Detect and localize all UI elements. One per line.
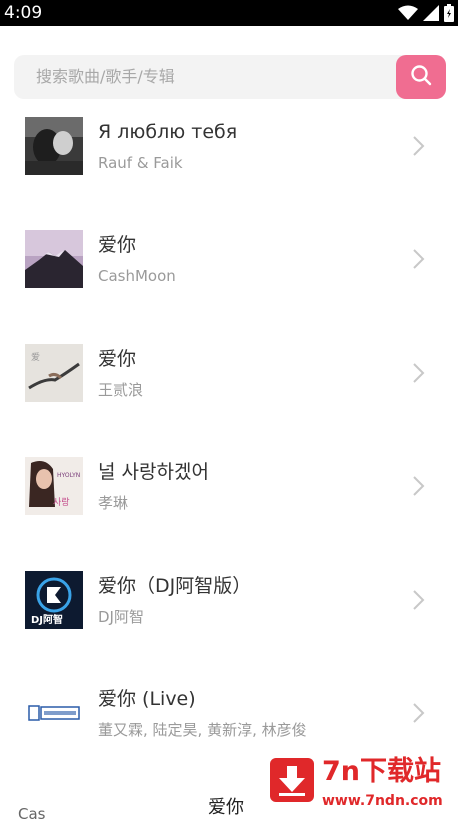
song-artist: 孝琳 [98, 494, 129, 512]
chevron-right-icon [413, 136, 425, 156]
search-input[interactable]: 搜索歌曲/歌手/专辑 [14, 55, 414, 99]
album-cover: 爱 [25, 344, 83, 402]
chevron-right-icon [413, 249, 425, 269]
svg-text:爱: 爱 [31, 352, 40, 363]
signal-icon [423, 5, 439, 21]
download-arrow-icon [270, 758, 314, 802]
partial-song-title: 爱你 [208, 797, 244, 818]
song-item[interactable]: 爱 爱你 王贰浪 [0, 330, 458, 430]
status-icons [398, 3, 454, 23]
song-title: 爱你 (Live) [98, 688, 196, 710]
chevron-right-icon [413, 703, 425, 723]
song-item[interactable]: DJ阿智 爱你（DJ阿智版） DJ阿智 [0, 557, 458, 657]
chevron-right-icon [413, 476, 425, 496]
search-bar: 搜索歌曲/歌手/专辑 [14, 55, 446, 99]
song-item[interactable]: Я люблю тебя Rauf & Faik [0, 103, 458, 203]
search-placeholder: 搜索歌曲/歌手/专辑 [36, 67, 175, 86]
song-title: 爱你 [98, 234, 137, 256]
partial-song-artist: Cas [18, 805, 46, 823]
song-item[interactable]: 爱你 CashMoon [0, 216, 458, 316]
album-cover [25, 117, 83, 175]
svg-text:HYOLYN: HYOLYN [57, 472, 80, 479]
song-artist: 董又霖, 陆定昊, 黄新淳, 林彦俊 [98, 721, 307, 739]
song-title: 爱你（DJ阿智版） [98, 575, 252, 597]
song-artist: Rauf & Faik [98, 154, 183, 172]
song-title: 널 사랑하겠어 [98, 461, 209, 483]
search-button[interactable] [396, 55, 446, 99]
song-artist: DJ阿智 [98, 608, 144, 626]
svg-text:사랑: 사랑 [53, 496, 70, 508]
svg-text:DJ阿智: DJ阿智 [31, 613, 63, 626]
chevron-right-icon [413, 363, 425, 383]
battery-icon [444, 4, 454, 22]
song-title: 爱你 [98, 348, 137, 370]
watermark: 7n下载站 www.7ndn.com [268, 752, 448, 816]
status-time: 4:09 [4, 3, 43, 23]
song-title: Я люблю тебя [98, 121, 238, 143]
album-cover [25, 684, 83, 742]
search-icon [410, 64, 432, 90]
song-item[interactable]: HYOLYN 사랑 널 사랑하겠어 孝琳 [0, 443, 458, 543]
status-bar: 4:09 [0, 0, 458, 26]
song-artist: CashMoon [98, 267, 176, 285]
album-cover: DJ阿智 [25, 571, 83, 629]
album-cover: HYOLYN 사랑 [25, 457, 83, 515]
watermark-url: www.7ndn.com [322, 793, 443, 809]
song-artist: 王贰浪 [98, 381, 144, 399]
wifi-icon [398, 5, 418, 21]
watermark-title: 7n下载站 [322, 756, 442, 787]
chevron-right-icon [413, 590, 425, 610]
album-cover [25, 230, 83, 288]
